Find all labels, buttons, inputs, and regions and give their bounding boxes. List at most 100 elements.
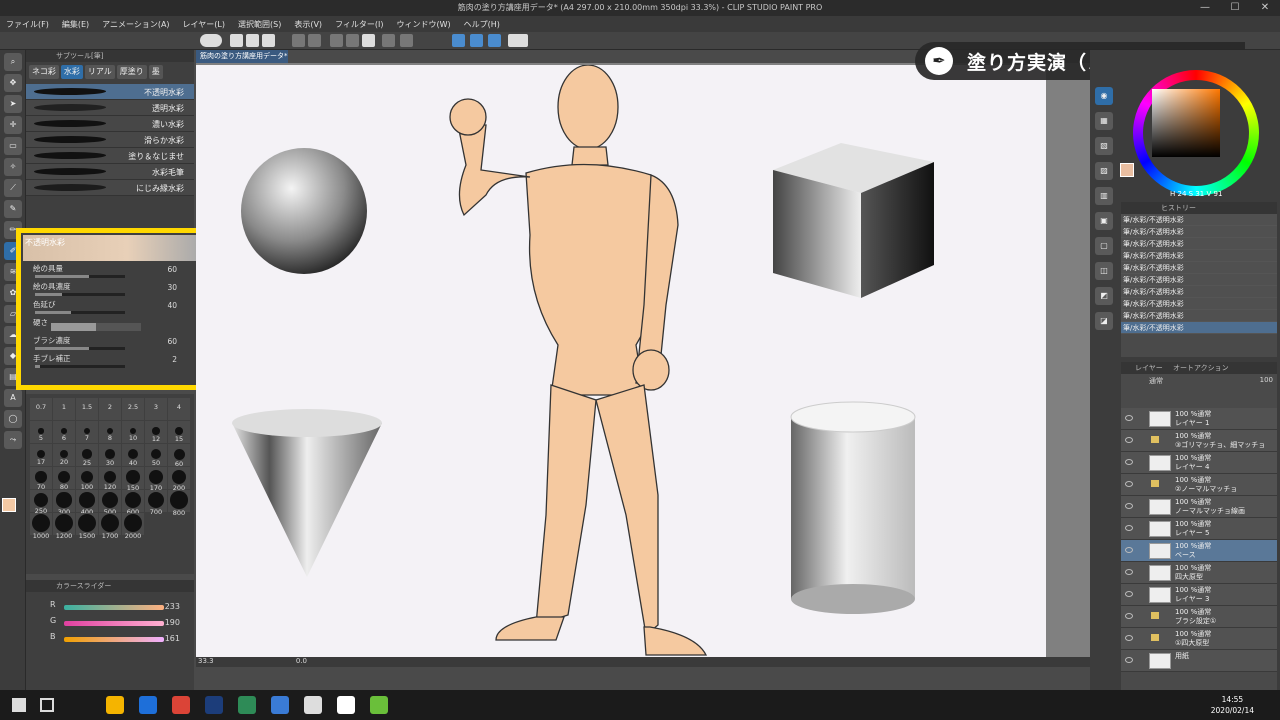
brush-size-cell[interactable]: 120	[99, 467, 121, 491]
slider-blue[interactable]: B 161	[50, 632, 194, 648]
menu-view[interactable]: 表示(V)	[294, 19, 322, 30]
history-item[interactable]: 筆/水彩/不透明水彩	[1121, 250, 1277, 262]
history-tab[interactable]: ヒストリー	[1121, 202, 1277, 214]
brush-size-cell[interactable]: 1000	[30, 513, 52, 540]
balloon-tool-icon[interactable]: ◯	[4, 410, 22, 428]
brush-size-cell[interactable]: 100	[76, 467, 98, 491]
taskbar-app-icon[interactable]	[370, 696, 388, 714]
eye-icon[interactable]	[1125, 525, 1133, 531]
property-paint-amount[interactable]: 絵の具量 60	[21, 263, 199, 281]
layer-row[interactable]: 100 %通常 レイヤー 4	[1121, 452, 1277, 474]
eye-icon[interactable]	[1125, 547, 1133, 553]
color-set-tab-icon[interactable]: ▦	[1095, 112, 1113, 130]
minimize-button[interactable]: —	[1190, 0, 1220, 16]
history-item[interactable]: 筆/水彩/不透明水彩	[1121, 262, 1277, 274]
layer-row[interactable]: 100 %通常 ①四大原型	[1121, 628, 1277, 650]
similar-color-tab-icon[interactable]: ▨	[1095, 162, 1113, 180]
brush-size-cell[interactable]: 3	[145, 398, 167, 420]
zoom-tool-icon[interactable]: ⌕	[4, 53, 22, 71]
brush-item[interactable]: 濃い水彩	[26, 116, 194, 132]
brush-size-cell[interactable]: 40	[122, 444, 144, 467]
brush-size-cell[interactable]: 2.5	[122, 398, 144, 420]
slider-red[interactable]: R 233	[50, 600, 194, 616]
menu-file[interactable]: ファイル(F)	[6, 19, 49, 30]
brush-size-cell[interactable]: 60	[168, 444, 190, 468]
taskbar-app-icon[interactable]	[106, 696, 124, 714]
layer-row[interactable]: 用紙	[1121, 650, 1277, 672]
brush-size-cell[interactable]: 80	[53, 467, 75, 491]
taskbar-app-icon[interactable]	[337, 696, 355, 714]
brush-size-cell[interactable]: 170	[145, 467, 167, 492]
property-brush-density[interactable]: ブラシ濃度 60	[21, 335, 199, 353]
history-item[interactable]: 筆/水彩/不透明水彩	[1121, 286, 1277, 298]
brush-size-cell[interactable]: 8	[99, 421, 121, 443]
eye-icon[interactable]	[1125, 481, 1133, 487]
fill-icon[interactable]	[362, 34, 375, 47]
sub-view-tab-icon[interactable]: ▢	[1095, 237, 1113, 255]
clip-studio-icon[interactable]	[200, 34, 222, 47]
brush-size-cell[interactable]: 25	[76, 444, 98, 467]
subtool-tab-neko[interactable]: ネコ彩	[29, 65, 59, 79]
taskbar-app-icon[interactable]	[139, 696, 157, 714]
subtool-tab-real[interactable]: リアル	[84, 65, 115, 79]
eye-icon[interactable]	[1125, 415, 1133, 421]
brush-size-cell[interactable]: 1500	[76, 513, 98, 540]
slider-green[interactable]: G 190	[50, 616, 194, 632]
brush-size-cell[interactable]: 2000	[122, 513, 144, 540]
main-color-swatch[interactable]	[2, 498, 16, 512]
material-tab-icon[interactable]: ◫	[1095, 262, 1113, 280]
brush-size-cell[interactable]: 10	[122, 421, 144, 443]
layer-row[interactable]: 100 %通常 ノーマルマッチョ線画	[1121, 496, 1277, 518]
layer-row[interactable]: 100 %通常 四大原型	[1121, 562, 1277, 584]
menu-filter[interactable]: フィルター(I)	[335, 19, 383, 30]
color-wheel-tab-icon[interactable]: ◉	[1095, 87, 1113, 105]
brush-size-cell[interactable]: 800	[168, 490, 190, 517]
brush-item[interactable]: 不透明水彩	[26, 84, 194, 100]
layer-row[interactable]: 100 %通常 ブラシ設定①	[1121, 606, 1277, 628]
layer-row[interactable]: 100 %通常 レイヤー 1	[1121, 408, 1277, 430]
brush-item[interactable]: 塗り＆なじませ	[26, 148, 194, 164]
history-item[interactable]: 筆/水彩/不透明水彩	[1121, 322, 1277, 334]
property-paint-density[interactable]: 絵の具濃度 30	[21, 281, 199, 299]
red-track[interactable]	[64, 605, 164, 610]
help-icon[interactable]	[508, 34, 528, 47]
tab-auto-action[interactable]: オートアクション	[1173, 364, 1229, 372]
brush-size-cell[interactable]: 250	[30, 490, 52, 515]
brush-size-cell[interactable]: 17	[30, 444, 52, 466]
property-slider[interactable]	[35, 293, 125, 296]
menu-layer[interactable]: レイヤー(L)	[183, 19, 225, 30]
menu-selection[interactable]: 選択範囲(S)	[238, 19, 281, 30]
blue-track[interactable]	[64, 637, 164, 642]
text-tool-icon[interactable]: A	[4, 389, 22, 407]
eye-icon[interactable]	[1125, 613, 1133, 619]
eye-icon[interactable]	[1125, 437, 1133, 443]
layer-row[interactable]: 100 %通常 レイヤー 5	[1121, 518, 1277, 540]
layer-move-icon[interactable]: ✛	[4, 116, 22, 134]
start-button-icon[interactable]	[12, 698, 26, 712]
brush-size-cell[interactable]: 300	[53, 490, 75, 516]
brush-size-cell[interactable]: 6	[53, 421, 75, 443]
brush-size-cell[interactable]: 50	[145, 444, 167, 467]
brush-size-cell[interactable]: 4	[168, 398, 190, 420]
ruler-snap-icon[interactable]	[452, 34, 465, 47]
canvas-area[interactable]	[196, 63, 1090, 657]
canvas-tab[interactable]: 筋肉の塗り方講座用データ*	[196, 50, 288, 63]
material-tab-3-icon[interactable]: ◪	[1095, 312, 1113, 330]
history-item[interactable]: 筆/水彩/不透明水彩	[1121, 298, 1277, 310]
eyedropper-icon[interactable]: ⟋	[4, 179, 22, 197]
green-track[interactable]	[64, 621, 164, 626]
selection-tool-icon[interactable]: ▭	[4, 137, 22, 155]
special-ruler-snap-icon[interactable]	[470, 34, 483, 47]
menu-edit[interactable]: 編集(E)	[62, 19, 89, 30]
layer-opacity[interactable]: 100	[1260, 376, 1273, 384]
layer-row[interactable]: 100 %通常 ②ノーマルマッチョ	[1121, 474, 1277, 496]
clear-outside-icon[interactable]	[346, 34, 359, 47]
clear-icon[interactable]	[330, 34, 343, 47]
undo-icon[interactable]	[292, 34, 305, 47]
paper[interactable]	[196, 64, 1046, 657]
grid-snap-icon[interactable]	[488, 34, 501, 47]
menu-help[interactable]: ヘルプ(H)	[464, 19, 500, 30]
brush-size-cell[interactable]: 1200	[53, 513, 75, 540]
line-correction-icon[interactable]: ⤳	[4, 431, 22, 449]
new-file-icon[interactable]	[230, 34, 243, 47]
